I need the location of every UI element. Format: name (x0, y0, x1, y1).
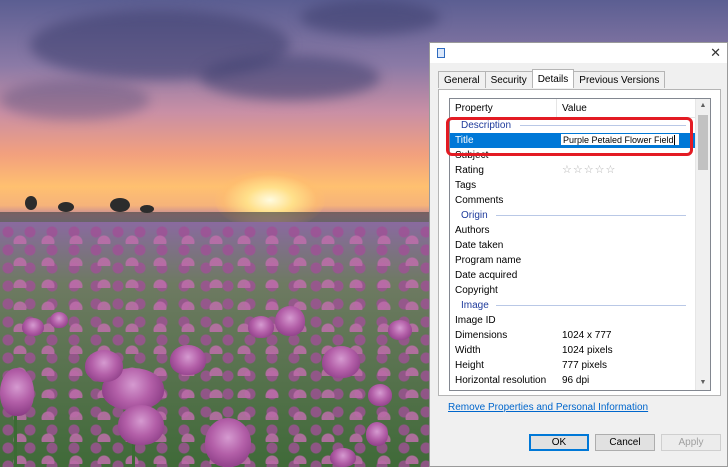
list-header: Property Value (450, 99, 696, 118)
property-key: Rating (455, 165, 484, 176)
group-header-image: Image (450, 298, 696, 313)
property-key: Image ID (455, 315, 496, 326)
rating-stars[interactable]: ☆☆☆☆☆ (562, 163, 616, 178)
column-header-property[interactable]: Property (455, 103, 493, 114)
property-key: Date taken (455, 240, 504, 251)
scroll-up-icon[interactable]: ▲ (696, 99, 710, 113)
property-key: Horizontal resolution (455, 375, 547, 386)
property-row-width[interactable]: Width 1024 pixels (450, 343, 696, 358)
property-row-date-acquired[interactable]: Date acquired (450, 268, 696, 283)
column-divider[interactable] (556, 99, 557, 117)
flower (248, 316, 274, 338)
property-row-image-id[interactable]: Image ID (450, 313, 696, 328)
property-key: Height (455, 360, 484, 371)
cloud (0, 80, 150, 120)
flower (22, 318, 44, 336)
property-rows: Description Title Purple Petaled Flower … (450, 118, 696, 388)
scrollbar-thumb[interactable] (698, 115, 708, 170)
property-key: Tags (455, 180, 477, 191)
group-label: Origin (461, 210, 488, 221)
column-header-value[interactable]: Value (562, 103, 587, 114)
group-label: Description (461, 120, 512, 131)
flower (0, 368, 34, 416)
flower (50, 312, 68, 328)
flower (85, 350, 123, 382)
tab-previous-versions[interactable]: Previous Versions (573, 71, 666, 88)
cancel-button[interactable]: Cancel (595, 434, 655, 451)
flower (275, 306, 305, 336)
tree (140, 205, 154, 213)
flower (366, 422, 388, 446)
close-icon[interactable]: ✕ (710, 44, 721, 62)
group-header-origin: Origin (450, 208, 696, 223)
property-row-date-taken[interactable]: Date taken (450, 238, 696, 253)
tree (110, 198, 130, 212)
property-list: Property Value Description Title Purple … (449, 98, 711, 391)
property-key: Authors (455, 225, 490, 236)
apply-button[interactable]: Apply (661, 434, 721, 451)
flower (322, 346, 360, 378)
property-row-title[interactable]: Title Purple Petaled Flower Field (450, 133, 696, 148)
property-key: Date acquired (455, 270, 518, 281)
text-caret (674, 135, 675, 145)
property-value: 777 pixels (562, 360, 608, 371)
property-value: 1024 x 777 (562, 330, 612, 341)
property-row-horizontal-resolution[interactable]: Horizontal resolution 96 dpi (450, 373, 696, 388)
title-input[interactable]: Purple Petaled Flower Field (560, 133, 680, 146)
tab-strip: General Security Details Previous Versio… (438, 69, 666, 89)
tree (58, 202, 74, 212)
property-key: Dimensions (455, 330, 508, 341)
details-panel: Property Value Description Title Purple … (438, 89, 721, 396)
property-row-comments[interactable]: Comments (450, 193, 696, 208)
cloud (300, 0, 440, 35)
property-row-subject[interactable]: Subject (450, 148, 696, 163)
property-row-copyright[interactable]: Copyright (450, 283, 696, 298)
group-divider (520, 125, 686, 126)
flower (330, 448, 356, 467)
group-divider (496, 305, 686, 306)
property-row-dimensions[interactable]: Dimensions 1024 x 777 (450, 328, 696, 343)
remove-properties-link[interactable]: Remove Properties and Personal Informati… (448, 402, 648, 413)
group-label: Image (461, 300, 489, 311)
flower (388, 320, 412, 340)
group-divider (496, 215, 686, 216)
scroll-down-icon[interactable]: ▼ (696, 376, 710, 390)
dialog-titlebar: ✕ (430, 43, 727, 63)
property-key: Comments (455, 195, 504, 206)
tab-security[interactable]: Security (484, 71, 533, 88)
file-icon (437, 48, 445, 58)
property-key: Copyright (455, 285, 498, 296)
flower (205, 418, 251, 467)
property-row-height[interactable]: Height 777 pixels (450, 358, 696, 373)
property-row-authors[interactable]: Authors (450, 223, 696, 238)
tree (25, 196, 37, 210)
property-value: 1024 pixels (562, 345, 613, 356)
property-key: Subject (455, 150, 489, 161)
property-key: Title (455, 135, 474, 146)
properties-dialog: ✕ General Security Details Previous Vers… (429, 42, 728, 467)
property-row-program-name[interactable]: Program name (450, 253, 696, 268)
tab-details[interactable]: Details (531, 69, 575, 88)
property-row-rating[interactable]: Rating ☆☆☆☆☆ (450, 163, 696, 178)
tab-general[interactable]: General (438, 71, 486, 88)
property-key: Program name (455, 255, 522, 266)
horizon-treeline (0, 212, 430, 222)
title-input-value: Purple Petaled Flower Field (563, 135, 674, 145)
property-value: 96 dpi (562, 375, 590, 386)
vertical-scrollbar[interactable]: ▲ ▼ (695, 99, 710, 390)
flower (118, 405, 164, 445)
ok-button[interactable]: OK (529, 434, 589, 451)
property-key: Width (455, 345, 481, 356)
flower (368, 384, 392, 406)
flower (170, 345, 206, 375)
cloud (200, 55, 380, 100)
property-row-tags[interactable]: Tags (450, 178, 696, 193)
group-header-description: Description (450, 118, 696, 133)
